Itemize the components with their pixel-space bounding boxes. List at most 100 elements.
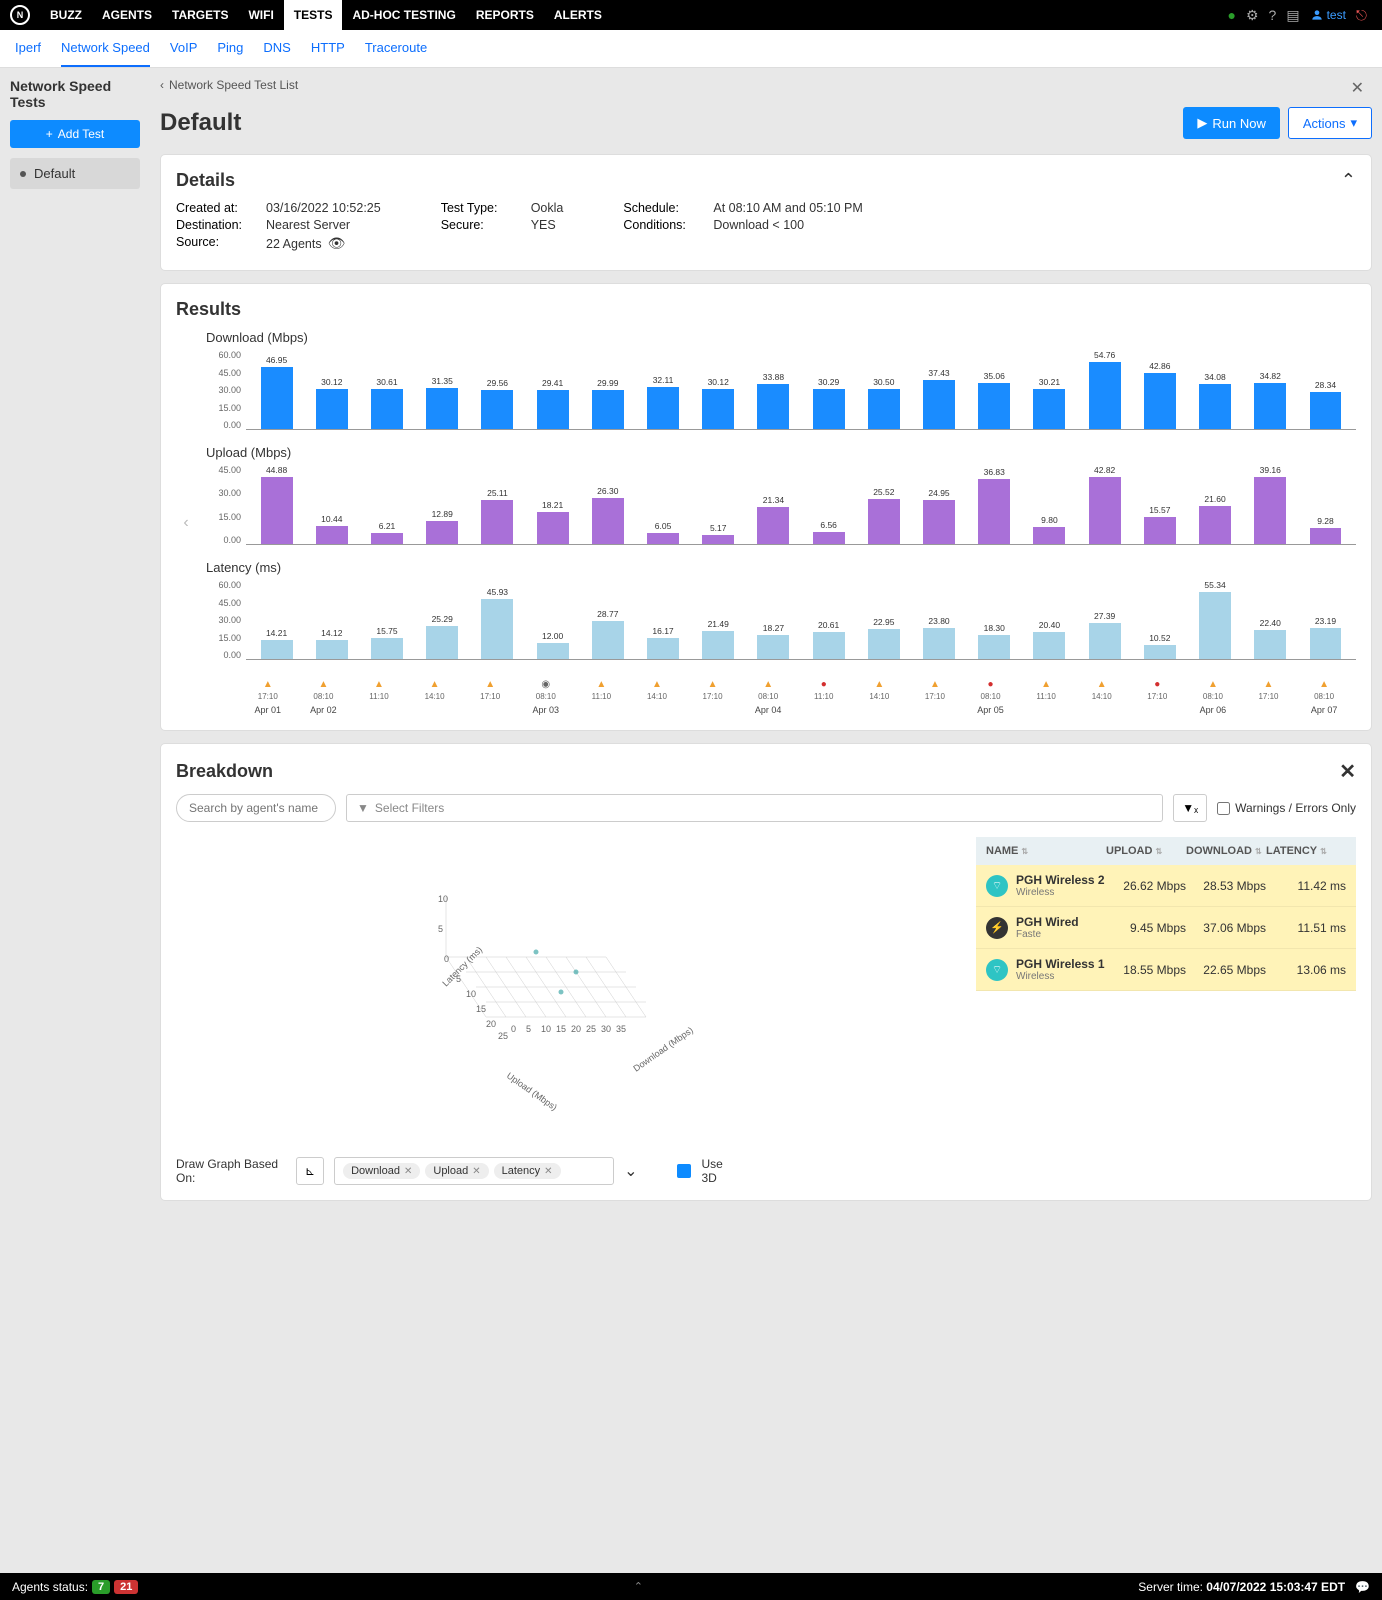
- help-icon[interactable]: ?: [1264, 7, 1282, 23]
- bar[interactable]: 30.12: [305, 350, 358, 429]
- chat-icon[interactable]: 💬: [1355, 1580, 1370, 1594]
- bar[interactable]: 30.61: [360, 350, 413, 429]
- bar[interactable]: 14.21: [250, 580, 303, 659]
- bar[interactable]: 54.76: [1078, 350, 1131, 429]
- close-icon[interactable]: ✕: [1339, 759, 1356, 784]
- bar[interactable]: 6.56: [802, 465, 855, 544]
- notes-icon[interactable]: ▤: [1281, 7, 1304, 24]
- warnings-only-toggle[interactable]: Warnings / Errors Only: [1217, 801, 1356, 815]
- bar[interactable]: 33.88: [747, 350, 800, 429]
- bar[interactable]: 30.50: [857, 350, 910, 429]
- bar[interactable]: 42.86: [1133, 350, 1186, 429]
- table-row[interactable]: ⚡PGH WiredFaste9.45 Mbps37.06 Mbps11.51 …: [976, 907, 1356, 949]
- status-ok-icon[interactable]: ●: [1223, 7, 1241, 23]
- bar[interactable]: 10.52: [1133, 580, 1186, 659]
- metric-chips[interactable]: Download✕ Upload✕ Latency✕: [334, 1157, 614, 1185]
- bar[interactable]: 22.95: [857, 580, 910, 659]
- close-icon[interactable]: ✕: [1351, 78, 1364, 98]
- bar[interactable]: 18.27: [747, 580, 800, 659]
- eye-icon[interactable]: 👁: [328, 235, 346, 252]
- bar[interactable]: 29.56: [471, 350, 524, 429]
- bar[interactable]: 29.99: [581, 350, 634, 429]
- chip-remove-icon[interactable]: ✕: [472, 1166, 480, 1177]
- bar[interactable]: 34.82: [1244, 350, 1297, 429]
- nav-agents[interactable]: AGENTS: [92, 0, 162, 30]
- plot-3d[interactable]: 10 5 0 5 10 15 20 25 0510 152025 3035: [176, 837, 956, 1137]
- subnav-dns[interactable]: DNS: [263, 30, 290, 67]
- bar[interactable]: 27.39: [1078, 580, 1131, 659]
- sidebar-test-item[interactable]: Default: [10, 158, 140, 189]
- bar[interactable]: 18.30: [968, 580, 1021, 659]
- chart-type-button[interactable]: ⊾: [296, 1157, 324, 1185]
- table-row[interactable]: ⌔PGH Wireless 1Wireless18.55 Mbps22.65 M…: [976, 949, 1356, 991]
- bar[interactable]: 44.88: [250, 465, 303, 544]
- bar[interactable]: 5.17: [692, 465, 745, 544]
- bar[interactable]: 25.29: [416, 580, 469, 659]
- bar[interactable]: 25.52: [857, 465, 910, 544]
- chevron-down-icon[interactable]: ⌄: [624, 1161, 637, 1181]
- bar[interactable]: 31.35: [416, 350, 469, 429]
- bar[interactable]: 6.21: [360, 465, 413, 544]
- bar[interactable]: 29.41: [526, 350, 579, 429]
- bar[interactable]: 15.57: [1133, 465, 1186, 544]
- bar[interactable]: 9.80: [1023, 465, 1076, 544]
- col-download[interactable]: DOWNLOAD ⇅: [1186, 845, 1266, 857]
- subnav-voip[interactable]: VoIP: [170, 30, 197, 67]
- use-3d-checkbox[interactable]: [677, 1164, 691, 1178]
- bar[interactable]: 34.08: [1188, 350, 1241, 429]
- bar[interactable]: 55.34: [1188, 580, 1241, 659]
- subnav-traceroute[interactable]: Traceroute: [365, 30, 427, 67]
- subnav-iperf[interactable]: Iperf: [15, 30, 41, 67]
- expand-up-icon[interactable]: ⌃: [634, 1580, 643, 1593]
- col-latency[interactable]: LATENCY ⇅: [1266, 845, 1346, 857]
- add-test-button[interactable]: + Add Test: [10, 120, 140, 148]
- bar[interactable]: 28.34: [1299, 350, 1352, 429]
- chevron-up-icon[interactable]: ⌃: [1341, 170, 1356, 191]
- bar[interactable]: 30.12: [692, 350, 745, 429]
- table-row[interactable]: ⌔PGH Wireless 2Wireless26.62 Mbps28.53 M…: [976, 865, 1356, 907]
- bar[interactable]: 22.40: [1244, 580, 1297, 659]
- bar[interactable]: 30.21: [1023, 350, 1076, 429]
- actions-button[interactable]: Actions ▾: [1288, 107, 1372, 139]
- bar[interactable]: 9.28: [1299, 465, 1352, 544]
- bar[interactable]: 18.21: [526, 465, 579, 544]
- bar[interactable]: 30.29: [802, 350, 855, 429]
- bar[interactable]: 35.06: [968, 350, 1021, 429]
- bar[interactable]: 45.93: [471, 580, 524, 659]
- col-upload[interactable]: UPLOAD ⇅: [1106, 845, 1186, 857]
- bar[interactable]: 21.60: [1188, 465, 1241, 544]
- bar[interactable]: 25.11: [471, 465, 524, 544]
- gear-icon[interactable]: ⚙: [1241, 7, 1264, 24]
- chip-latency[interactable]: Latency✕: [494, 1163, 561, 1179]
- warnings-checkbox[interactable]: [1217, 802, 1230, 815]
- bar[interactable]: 16.17: [636, 580, 689, 659]
- scroll-left-icon[interactable]: ‹: [176, 330, 196, 715]
- bar[interactable]: 42.82: [1078, 465, 1131, 544]
- bar[interactable]: 24.95: [912, 465, 965, 544]
- filter-select[interactable]: ▼ Select Filters: [346, 794, 1163, 822]
- nav-reports[interactable]: REPORTS: [466, 0, 544, 30]
- nav-ad-hoc-testing[interactable]: AD-HOC TESTING: [342, 0, 465, 30]
- col-name[interactable]: NAME ⇅: [986, 845, 1106, 857]
- agents-err-badge[interactable]: 21: [114, 1580, 138, 1594]
- subnav-ping[interactable]: Ping: [217, 30, 243, 67]
- chip-remove-icon[interactable]: ✕: [544, 1166, 552, 1177]
- subnav-http[interactable]: HTTP: [311, 30, 345, 67]
- bar[interactable]: 23.19: [1299, 580, 1352, 659]
- bar[interactable]: 14.12: [305, 580, 358, 659]
- chip-upload[interactable]: Upload✕: [425, 1163, 488, 1179]
- bar[interactable]: 6.05: [636, 465, 689, 544]
- logo[interactable]: N: [10, 5, 30, 25]
- chip-remove-icon[interactable]: ✕: [404, 1166, 412, 1177]
- bar[interactable]: 36.83: [968, 465, 1021, 544]
- bar[interactable]: 12.00: [526, 580, 579, 659]
- nav-buzz[interactable]: BUZZ: [40, 0, 92, 30]
- user-menu[interactable]: test: [1305, 8, 1351, 22]
- bar[interactable]: 21.49: [692, 580, 745, 659]
- search-input[interactable]: [176, 794, 336, 822]
- bar[interactable]: 32.11: [636, 350, 689, 429]
- nav-wifi[interactable]: WIFI: [238, 0, 283, 30]
- chip-download[interactable]: Download✕: [343, 1163, 420, 1179]
- bar[interactable]: 10.44: [305, 465, 358, 544]
- bar[interactable]: 21.34: [747, 465, 800, 544]
